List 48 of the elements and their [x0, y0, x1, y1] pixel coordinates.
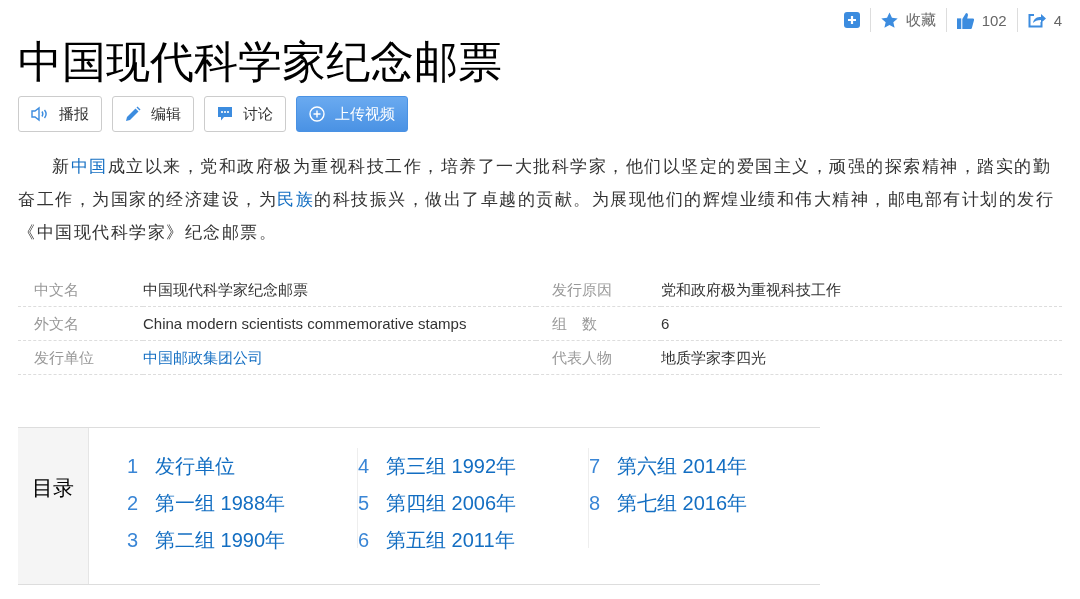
field-label: 外文名: [18, 307, 143, 341]
link[interactable]: 民族: [277, 190, 314, 209]
item-number: 1: [127, 455, 140, 478]
broadcast-button[interactable]: 播报: [18, 96, 102, 132]
thumbs-up-icon: [956, 11, 974, 29]
upload-video-button[interactable]: 上传视频: [296, 96, 408, 132]
item-number: 2: [127, 492, 140, 515]
contents-link[interactable]: 第五组 2011年: [386, 527, 515, 554]
contents-link[interactable]: 发行单位: [155, 453, 235, 480]
field-label: 组 数: [536, 307, 661, 341]
pencil-icon: [125, 106, 141, 122]
contents-link[interactable]: 第七组 2016年: [617, 490, 748, 517]
item-number: 8: [589, 492, 602, 515]
plus-circle-icon: [309, 106, 325, 122]
page-title: 中国现代科学家纪念邮票: [18, 35, 503, 89]
contents-link[interactable]: 第四组 2006年: [386, 490, 517, 517]
item-number: 6: [358, 529, 371, 552]
field-value: 党和政府极为重视科技工作: [661, 273, 1062, 307]
field-value: 地质学家李四光: [661, 341, 1062, 375]
speaker-icon: [31, 106, 49, 122]
star-icon: [880, 11, 898, 29]
contents-link[interactable]: 第六组 2014年: [617, 453, 748, 480]
edit-button[interactable]: 编辑: [112, 96, 194, 132]
field-label: 中文名: [18, 273, 143, 307]
contents-link[interactable]: 第三组 1992年: [386, 453, 517, 480]
field-value: 中国现代科学家纪念邮票: [143, 273, 536, 307]
link[interactable]: 中国: [70, 157, 108, 176]
add-icon[interactable]: [843, 12, 860, 28]
link[interactable]: 中国邮政集团公司: [143, 341, 536, 375]
field-value: China modern scientists commemorative stamps: [143, 307, 536, 341]
contents-link[interactable]: 第二组 1990年: [155, 527, 286, 554]
discuss-button[interactable]: 讨论: [204, 96, 286, 132]
item-number: 4: [358, 455, 371, 478]
field-label: 发行原因: [536, 273, 661, 307]
like-button[interactable]: 102: [956, 11, 1007, 29]
chat-icon: [217, 106, 233, 122]
field-label: 代表人物: [536, 341, 661, 375]
share-icon: [1027, 12, 1046, 28]
contents-heading: 目录: [32, 475, 74, 501]
item-number: 3: [127, 529, 140, 552]
favorite-button[interactable]: 收藏: [880, 10, 936, 30]
share-button[interactable]: 4: [1027, 11, 1062, 29]
contents-link[interactable]: 第一组 1988年: [155, 490, 286, 517]
summary-paragraph: 新 中国成立以来，党和政府极为重视科技工作，培养了一大批科学家，他们以坚定的爱国主义，顽强的探索精神，踏实的勤奋工作，为国家的经济建设，为民族的科技振兴，做出了卓越的贡献。为展现他们的辉煌业绩和伟大精神，邮电部有计划的发行《中国现代科学家》纪念邮票。: [18, 156, 1055, 244]
item-number: 5: [358, 492, 371, 515]
field-value: 6: [661, 307, 1062, 341]
item-number: 7: [589, 455, 602, 478]
field-label: 发行单位: [18, 341, 143, 375]
